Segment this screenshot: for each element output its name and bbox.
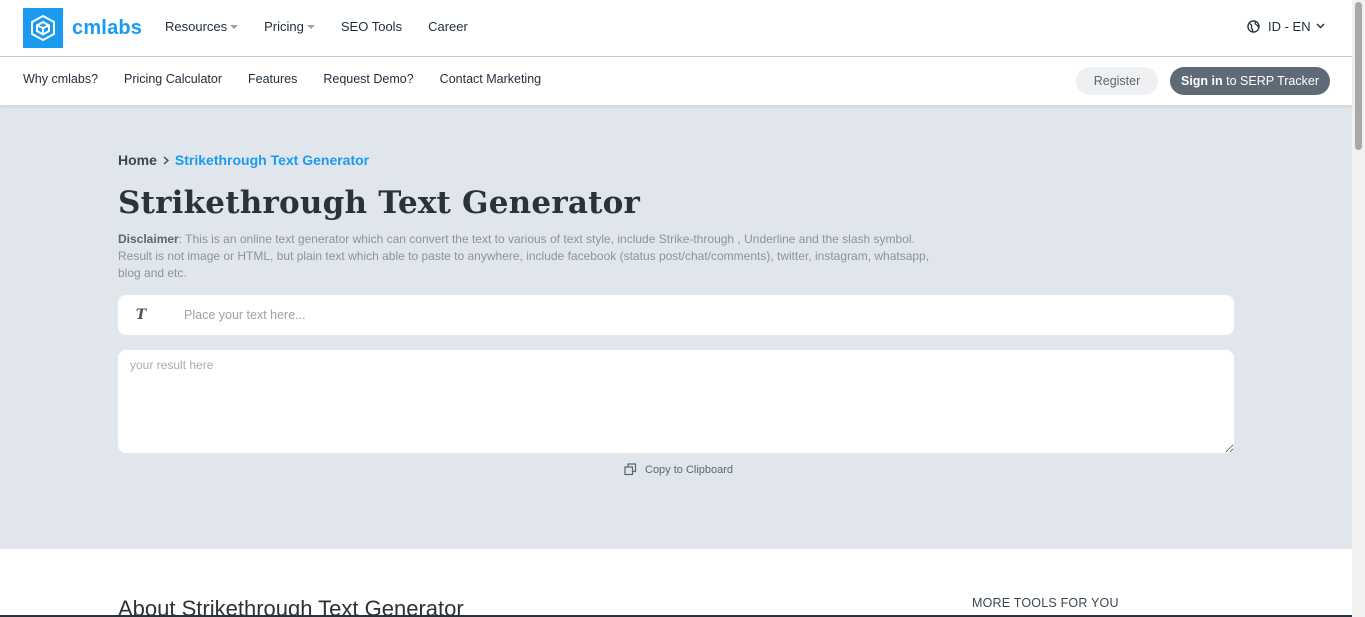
register-button[interactable]: Register xyxy=(1076,67,1158,95)
secondary-navbar: Why cmlabs? Pricing Calculator Features … xyxy=(0,57,1352,105)
language-label: ID - EN xyxy=(1268,19,1311,34)
top-navbar: cmlabs Resources Pricing SEO Tools Caree… xyxy=(0,0,1352,57)
text-input[interactable] xyxy=(184,308,1184,322)
nav-item-seo-tools[interactable]: SEO Tools xyxy=(341,19,402,34)
nav-label: Career xyxy=(428,19,468,34)
subnav-contact-marketing[interactable]: Contact Marketing xyxy=(440,72,541,86)
nav-label: Resources xyxy=(165,19,228,34)
chevron-down-icon xyxy=(1316,21,1325,32)
tool-hero-section: Home Strikethrough Text Generator Strike… xyxy=(0,105,1352,549)
globe-icon xyxy=(1247,20,1260,33)
scrollbar-thumb[interactable] xyxy=(1355,2,1362,150)
subnav-request-demo[interactable]: Request Demo? xyxy=(323,72,413,86)
nav-label: SEO Tools xyxy=(340,19,403,34)
disclaimer-body: : This is an online text generator which… xyxy=(118,232,930,280)
text-style-icon: T xyxy=(135,307,147,323)
subnav-why-cmlabs[interactable]: Why cmlabs? xyxy=(23,72,98,86)
nav-item-resources[interactable]: Resources xyxy=(165,19,239,34)
copy-icon xyxy=(624,463,637,476)
nav-item-pricing[interactable]: Pricing xyxy=(264,19,315,34)
more-tools-heading: MORE TOOLS FOR YOU xyxy=(972,596,1119,610)
chevron-right-icon xyxy=(163,153,169,168)
nav-item-career[interactable]: Career xyxy=(428,19,468,34)
brand-logo[interactable]: cmlabs xyxy=(23,8,142,48)
about-section-title: About Strikethrough Text Generator xyxy=(118,596,464,617)
cube-logo-icon xyxy=(23,8,63,48)
main-nav: Resources Pricing SEO Tools Career xyxy=(165,19,494,34)
breadcrumb: Home Strikethrough Text Generator xyxy=(118,152,369,168)
subnav-pricing-calculator[interactable]: Pricing Calculator xyxy=(124,72,222,86)
language-switcher[interactable]: ID - EN xyxy=(1247,19,1325,34)
copy-to-clipboard-button[interactable]: Copy to Clipboard xyxy=(624,463,733,476)
disclaimer-label: Disclaimer xyxy=(118,232,179,246)
signin-bold-label: Sign in xyxy=(1180,74,1223,88)
page-title: Strikethrough Text Generator xyxy=(118,185,641,221)
secondary-nav: Why cmlabs? Pricing Calculator Features … xyxy=(23,72,567,86)
disclaimer-text: Disclaimer: This is an online text gener… xyxy=(118,231,948,282)
brand-name: cmlabs xyxy=(72,16,143,39)
result-textarea[interactable] xyxy=(118,350,1234,453)
nav-label: Pricing xyxy=(264,19,304,34)
copy-label: Copy to Clipboard xyxy=(645,463,734,476)
caret-down-icon xyxy=(230,24,239,29)
breadcrumb-home-link[interactable]: Home xyxy=(118,152,157,168)
caret-down-icon xyxy=(306,24,315,29)
subnav-features[interactable]: Features xyxy=(248,72,297,86)
breadcrumb-current[interactable]: Strikethrough Text Generator xyxy=(175,152,369,168)
page-scrollbar[interactable] xyxy=(1352,0,1365,617)
signin-rest-label: to SERP Tracker xyxy=(1222,74,1319,88)
signin-serp-tracker-button[interactable]: Sign in to SERP Tracker xyxy=(1170,67,1330,95)
text-input-container: T xyxy=(118,295,1234,335)
